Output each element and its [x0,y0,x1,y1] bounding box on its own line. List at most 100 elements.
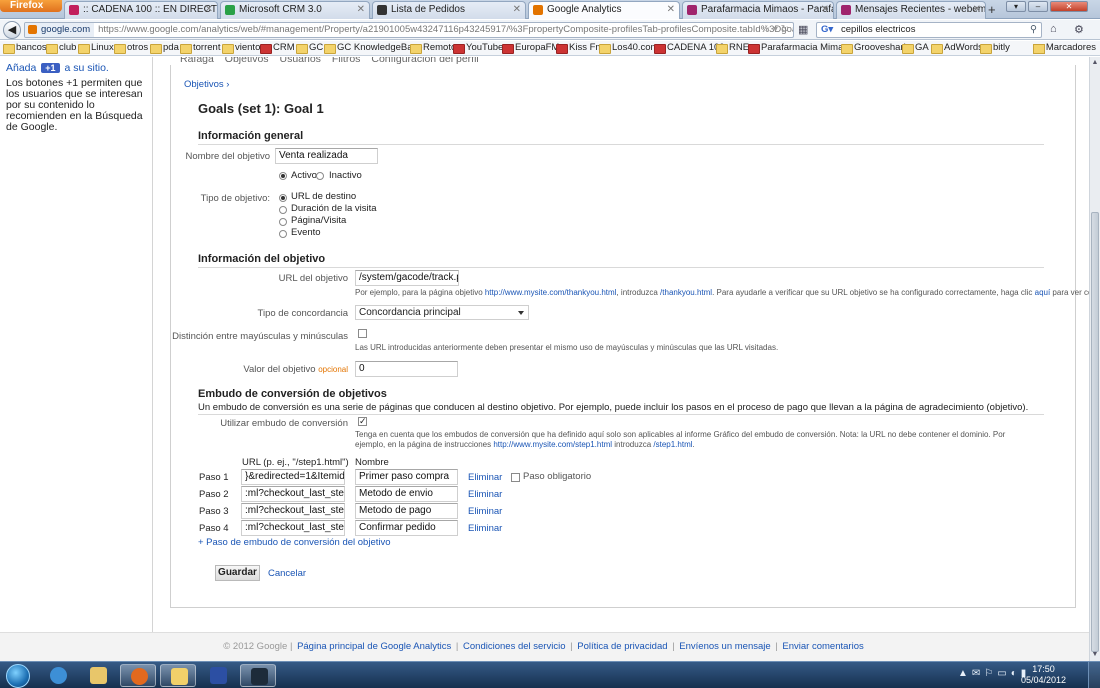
footer-privacy-link[interactable]: Política de privacidad [577,641,667,652]
bookmark-link[interactable]: YouTube [453,41,503,55]
taskbar-firefox-app[interactable] [120,664,156,687]
bookmark-link[interactable]: Kiss Fm [556,41,603,55]
search-icon[interactable]: ⚲ [1030,23,1037,37]
scroll-up-icon[interactable]: ▲ [1091,59,1099,67]
type-event-radio[interactable] [279,230,287,238]
tab-mensajes[interactable]: Mensajes Recientes - webempresa... ✕ [836,1,986,19]
address-bar[interactable]: google.com https://www.google.com/analyti… [24,22,794,38]
instructions-url-link[interactable]: http://www.mysite.com/step1.html [493,440,612,449]
close-tab-icon[interactable]: ✕ [205,2,213,18]
minimize-icon[interactable]: – [1028,1,1048,12]
tab-list-icon[interactable]: ▾ [1006,1,1026,12]
close-tab-icon[interactable]: ✕ [821,2,829,18]
step-1-name-input[interactable]: Primer paso compra [355,469,458,485]
bookmark-folder[interactable]: GC [296,41,323,55]
bookmark-folder[interactable]: Linux [78,41,114,55]
home-icon[interactable]: ⌂ [1050,23,1057,35]
tab-parafarmacia[interactable]: Parafarmacia Mimaos - Parafarma... ✕ [682,1,834,19]
example-path-link[interactable]: /thankyou.html [660,288,712,297]
bookmark-folder[interactable]: viento [222,41,260,55]
taskbar-clock[interactable]: 17:50 05/04/2012 [1021,664,1066,686]
tab-lista-pedidos[interactable]: Lista de Pedidos ✕ [372,1,526,19]
taskbar-explorer-app[interactable] [80,664,116,687]
close-tab-icon[interactable]: ✕ [357,2,365,18]
footer-feedback-link[interactable]: Enviar comentarios [782,641,863,652]
step1-path-link[interactable]: /step1.html [653,440,692,449]
use-funnel-checkbox[interactable]: ✓ [358,417,367,426]
footer-contact-link[interactable]: Envíenos un mensaje [679,641,770,652]
footer-terms-link[interactable]: Condiciones del servicio [463,641,565,652]
type-pages-radio[interactable] [279,218,287,226]
show-desktop-button[interactable] [1088,662,1100,688]
tab-crm[interactable]: Microsoft CRM 3.0 ✕ [220,1,370,19]
bookmark-link[interactable]: Los40.com [599,41,658,55]
bookmark-folder[interactable]: bancos [3,41,47,55]
taskbar-outlook-app[interactable] [160,664,196,687]
step-2-name-input[interactable]: Metodo de envio [355,486,458,502]
example-url-link[interactable]: http://www.mysite.com/thankyou.html [485,288,617,297]
step-2-remove-link[interactable]: Eliminar [468,489,502,500]
type-duration-radio[interactable] [279,206,287,214]
plus1-prefix[interactable]: Añada [6,62,36,74]
bookmarks-menu[interactable]: Marcadores [1032,41,1096,55]
plus1-suffix[interactable]: a su sitio. [64,62,108,74]
step-1-url-input[interactable]: }&redirected=1&Itemid=70 [241,469,345,485]
tools-icon[interactable]: ⚙ [1074,23,1084,36]
firefox-menu-button[interactable]: Firefox [0,0,62,12]
goal-name-input[interactable]: Venta realizada [275,148,378,164]
tab-objetivos[interactable]: Objetivos [225,57,269,65]
tips-link[interactable]: aquí [1035,288,1051,297]
match-type-select[interactable]: Concordancia principal [355,305,529,320]
step-3-url-input[interactable]: :ml?checkout_last_step=2 [241,503,345,519]
step-4-remove-link[interactable]: Eliminar [468,523,502,534]
tab-usuarios[interactable]: Usuarios [279,57,320,65]
bookmark-link[interactable]: Parafarmacia Mimaos [748,41,853,55]
case-sensitive-checkbox[interactable] [358,329,367,338]
cancel-link[interactable]: Cancelar [268,568,306,579]
add-funnel-step-link[interactable]: + Paso de embudo de conversión del objet… [198,537,391,548]
taskbar-ie-app[interactable] [40,664,76,687]
vertical-scrollbar[interactable]: ▲ ▼ [1089,57,1100,661]
close-tab-icon[interactable]: ✕ [973,2,981,18]
back-arrow-icon[interactable]: ◀ [3,21,21,39]
tab-filtros[interactable]: Filtros [332,57,361,65]
page-menu-icon[interactable]: ▦ [798,23,808,36]
bookmark-link[interactable]: CADENA 100 [654,41,725,55]
bookmark-link[interactable]: RNE [716,41,749,55]
close-tab-icon[interactable]: ✕ [667,2,675,18]
active-radio[interactable] [279,172,287,180]
plus1-badge-icon[interactable]: +1 [41,63,60,73]
bookmark-folder[interactable]: Remoto [410,41,456,55]
tab-google-analytics[interactable]: Google Analytics ✕ [528,1,680,19]
scrollbar-thumb[interactable] [1091,212,1099,652]
bookmark-link[interactable]: bitly [980,41,1010,55]
step-2-url-input[interactable]: :ml?checkout_last_step=1 [241,486,345,502]
goal-url-input[interactable]: /system/gacode/track.php [355,270,459,286]
bookmark-folder[interactable]: club [46,41,76,55]
system-tray[interactable]: ▲✉⚐▭◐▮ [958,668,1030,679]
search-input[interactable]: G▾ cepillos electricos ⚲ [816,22,1042,38]
step-3-name-input[interactable]: Metodo de pago [355,503,458,519]
taskbar-app[interactable] [240,664,276,687]
google-search-engine-icon[interactable]: G▾ [821,23,833,37]
step-1-remove-link[interactable]: Eliminar [468,472,502,483]
step-4-url-input[interactable]: :ml?checkout_last_step=3 [241,520,345,536]
bookmark-folder[interactable]: torrent [180,41,220,55]
goal-value-input[interactable]: 0 [355,361,458,377]
close-tab-icon[interactable]: ✕ [513,2,521,18]
step-4-name-input[interactable]: Confirmar pedido [355,520,458,536]
tab-rafaga[interactable]: Ráfaga [180,57,214,65]
tab-cadena100[interactable]: :: CADENA 100 :: EN DIRECTO :: ✕ [64,1,218,19]
bookmark-folder[interactable]: pda [150,41,179,55]
bookmark-folder[interactable]: otros [114,41,148,55]
bookmark-star-icon[interactable]: ☆ ▾ ↻ [761,23,789,37]
footer-analytics-home-link[interactable]: Página principal de Google Analytics [297,641,451,652]
type-url-radio[interactable] [279,194,287,202]
save-button[interactable]: Guardar [215,565,260,581]
bookmark-folder[interactable]: GC KnowledgeBase [324,41,423,55]
scroll-down-icon[interactable]: ▼ [1091,651,1099,659]
bookmark-link[interactable]: Grooveshark [841,41,908,55]
close-window-icon[interactable]: ✕ [1050,1,1088,12]
inactive-radio[interactable] [316,172,324,180]
required-step-checkbox[interactable] [511,473,520,482]
